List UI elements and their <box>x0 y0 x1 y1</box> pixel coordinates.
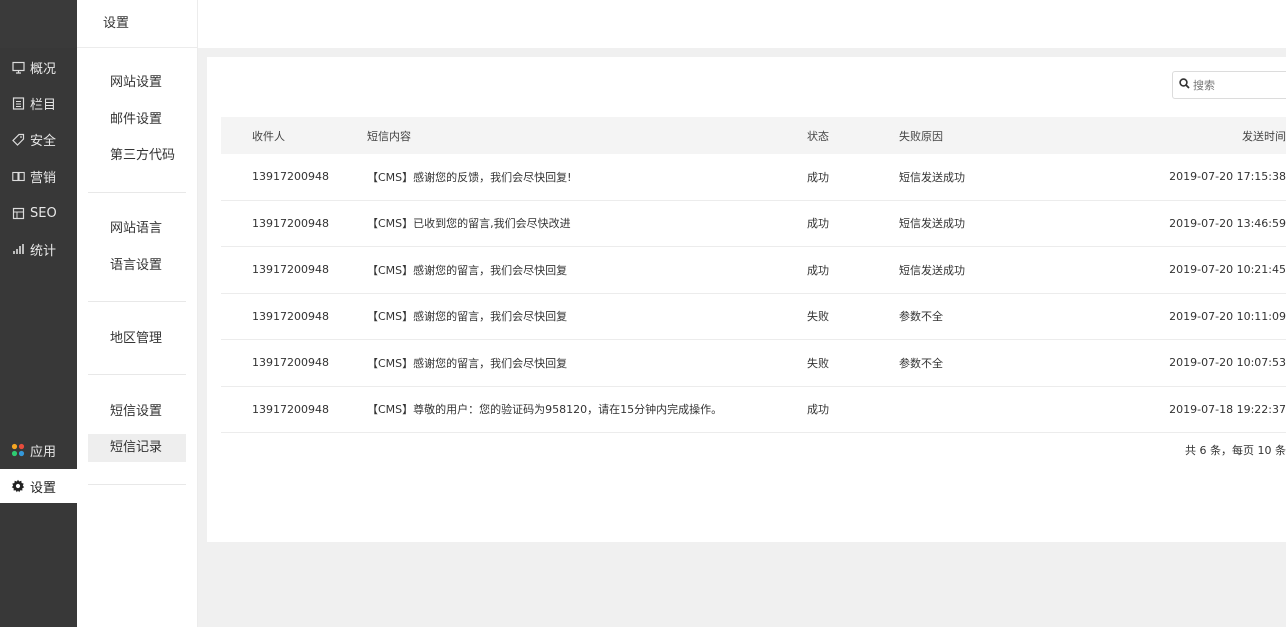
submenu-item-site-settings[interactable]: 网站设置 <box>88 69 186 97</box>
submenu-item-sms-records[interactable]: 短信记录 <box>88 434 186 462</box>
cell-recipient: 13917200948 <box>252 263 329 277</box>
apps-icon <box>11 443 25 457</box>
sms-records-table: 收件人 短信内容 状态 失败原因 发送时间 13917200948 【CMS】感… <box>221 117 1286 433</box>
cell-status: 成功 <box>807 403 829 417</box>
nav-label: 营销 <box>30 170 57 186</box>
submenu-item-third-party-code[interactable]: 第三方代码 <box>88 142 186 170</box>
cell-content: 【CMS】感谢您的反馈，我们会尽快回复! <box>367 170 572 184</box>
cell-failure-reason: 参数不全 <box>899 356 943 370</box>
cell-failure-reason: 短信发送成功 <box>899 217 965 231</box>
submenu-item-sms-settings[interactable]: 短信设置 <box>88 398 186 426</box>
cell-failure-reason: 短信发送成功 <box>899 170 965 184</box>
main-nav: 概况 栏目 安全 营销 SEO 统计 应用 设置 <box>0 0 77 627</box>
cell-status: 失败 <box>807 356 829 370</box>
nav-label: 应用 <box>30 444 57 460</box>
cell-failure-reason: 短信发送成功 <box>899 263 965 277</box>
submenu-title: 设置 <box>77 0 198 48</box>
submenu-divider <box>88 374 186 375</box>
nav-label: 栏目 <box>30 97 57 113</box>
nav-item-security[interactable]: 安全 <box>0 122 77 156</box>
cell-status: 成功 <box>807 263 829 277</box>
submenu-item-region-management[interactable]: 地区管理 <box>88 325 186 353</box>
header-content: 短信内容 <box>367 129 411 143</box>
sms-records-panel: 收件人 短信内容 状态 失败原因 发送时间 13917200948 【CMS】感… <box>207 57 1286 542</box>
cell-status: 成功 <box>807 170 829 184</box>
pagination-summary: 共 6 条，每页 10 条 <box>1185 444 1286 457</box>
settings-submenu: 设置 网站设置 邮件设置 第三方代码 网站语言 语言设置 地区管理 短信设置 短… <box>77 0 198 627</box>
document-icon <box>11 206 25 220</box>
tag-icon <box>11 132 25 146</box>
cell-status: 成功 <box>807 217 829 231</box>
monitor-icon <box>11 60 25 74</box>
search-box[interactable] <box>1172 71 1286 99</box>
nav-item-overview[interactable]: 概况 <box>0 50 77 84</box>
nav-item-marketing[interactable]: 营销 <box>0 159 77 193</box>
cell-content: 【CMS】感谢您的留言，我们会尽快回复 <box>367 356 568 370</box>
cell-content: 【CMS】已收到您的留言,我们会尽快改进 <box>367 217 571 231</box>
logo <box>0 0 77 48</box>
nav-item-columns[interactable]: 栏目 <box>0 86 77 120</box>
table-header: 收件人 短信内容 状态 失败原因 发送时间 <box>221 117 1286 154</box>
nav-label: SEO <box>30 205 57 221</box>
submenu-divider <box>88 484 186 485</box>
cell-recipient: 13917200948 <box>252 170 329 184</box>
nav-label: 统计 <box>30 243 57 259</box>
cell-send-time: 2019-07-20 13:46:59 <box>1169 216 1286 230</box>
cell-failure-reason: 参数不全 <box>899 310 943 324</box>
nav-item-seo[interactable]: SEO <box>0 196 77 230</box>
cell-recipient: 13917200948 <box>252 309 329 323</box>
cell-recipient: 13917200948 <box>252 356 329 370</box>
submenu-divider <box>88 192 186 193</box>
cell-recipient: 13917200948 <box>252 216 329 230</box>
nav-label: 安全 <box>30 133 57 149</box>
top-bar <box>198 0 1286 48</box>
nav-label: 概况 <box>30 61 57 77</box>
header-failure-reason: 失败原因 <box>899 129 943 143</box>
header-send-time: 发送时间 <box>1242 129 1286 143</box>
cell-content: 【CMS】感谢您的留言，我们会尽快回复 <box>367 263 568 277</box>
cell-content: 【CMS】感谢您的留言，我们会尽快回复 <box>367 310 568 324</box>
nav-item-apps[interactable]: 应用 <box>0 433 77 467</box>
table-row: 13917200948 【CMS】感谢您的留言，我们会尽快回复 成功 短信发送成… <box>221 247 1286 294</box>
cell-send-time: 2019-07-20 10:21:45 <box>1169 263 1286 277</box>
nav-item-settings[interactable]: 设置 <box>0 469 77 503</box>
table-row: 13917200948 【CMS】尊敬的用户：您的验证码为958120，请在15… <box>221 387 1286 433</box>
cell-send-time: 2019-07-20 10:07:53 <box>1169 356 1286 370</box>
search-input[interactable] <box>1193 78 1286 92</box>
table-row: 13917200948 【CMS】感谢您的反馈，我们会尽快回复! 成功 短信发送… <box>221 154 1286 201</box>
submenu-item-mail-settings[interactable]: 邮件设置 <box>88 106 186 134</box>
submenu-divider <box>88 301 186 302</box>
submenu-item-language-settings[interactable]: 语言设置 <box>88 252 186 280</box>
cell-send-time: 2019-07-20 17:15:38 <box>1169 170 1286 184</box>
book-icon <box>11 169 25 183</box>
nav-label: 设置 <box>30 480 57 496</box>
search-icon <box>1179 78 1193 92</box>
list-icon <box>11 96 25 110</box>
submenu-item-site-language[interactable]: 网站语言 <box>88 215 186 243</box>
gear-icon <box>11 479 25 493</box>
nav-item-statistics[interactable]: 统计 <box>0 232 77 266</box>
cell-send-time: 2019-07-18 19:22:37 <box>1169 402 1286 416</box>
bar-chart-icon <box>11 242 25 256</box>
cell-content: 【CMS】尊敬的用户：您的验证码为958120，请在15分钟内完成操作。 <box>367 403 723 417</box>
table-row: 13917200948 【CMS】感谢您的留言，我们会尽快回复 失败 参数不全 … <box>221 294 1286 340</box>
header-recipient: 收件人 <box>252 129 285 143</box>
table-row: 13917200948 【CMS】已收到您的留言,我们会尽快改进 成功 短信发送… <box>221 201 1286 247</box>
table-row: 13917200948 【CMS】感谢您的留言，我们会尽快回复 失败 参数不全 … <box>221 340 1286 387</box>
cell-send-time: 2019-07-20 10:11:09 <box>1169 309 1286 323</box>
cell-status: 失败 <box>807 310 829 324</box>
header-status: 状态 <box>807 129 829 143</box>
cell-recipient: 13917200948 <box>252 402 329 416</box>
